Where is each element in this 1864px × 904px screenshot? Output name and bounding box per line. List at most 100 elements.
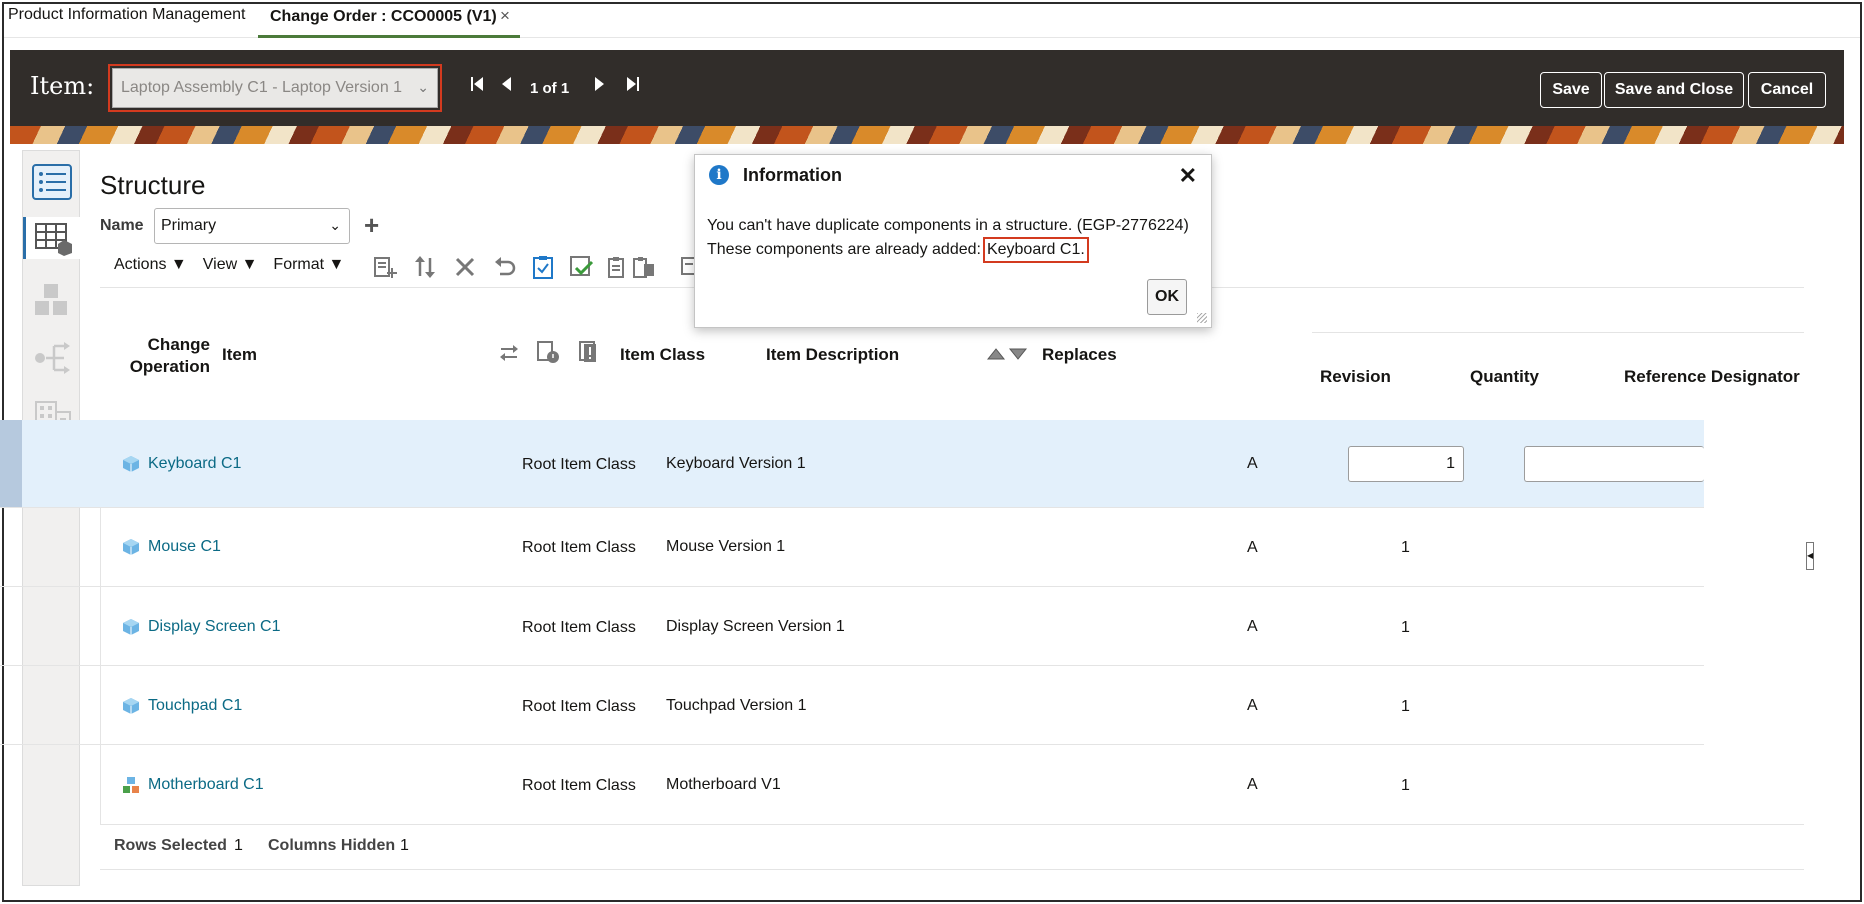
column-change-operation[interactable]: Change Operation — [126, 334, 210, 378]
column-reference-designator[interactable]: Reference Designator — [1624, 367, 1800, 387]
item-link[interactable]: Motherboard C1 — [148, 776, 264, 794]
view-menu[interactable]: View ▼ — [203, 256, 258, 274]
save-and-close-button[interactable]: Save and Close — [1604, 72, 1744, 108]
item-cube-icon — [123, 456, 139, 472]
table-row[interactable]: Keyboard C1 Root Item Class Keyboard Ver… — [0, 420, 1704, 508]
close-tab-icon[interactable]: × — [500, 6, 510, 26]
workflow-icon[interactable] — [31, 337, 73, 379]
dialog-message-line1: You can't have duplicate components in a… — [707, 217, 1189, 234]
description-cell: Keyboard Version 1 — [666, 455, 806, 472]
next-record-icon[interactable] — [594, 75, 606, 93]
copy-icon[interactable] — [604, 254, 630, 280]
column-quantity[interactable]: Quantity — [1470, 367, 1539, 387]
swap-icon[interactable] — [498, 342, 520, 364]
chevron-down-icon: ⌄ — [329, 217, 341, 233]
reference-designator-input[interactable] — [1524, 446, 1704, 482]
description-cell: Touchpad Version 1 — [666, 697, 807, 714]
column-replaces[interactable]: Replaces — [1042, 345, 1117, 365]
description-cell: Mouse Version 1 — [666, 538, 786, 555]
table-left-border — [100, 508, 101, 824]
item-header: Item: Laptop Assembly C1 - Laptop Versio… — [10, 50, 1844, 126]
add-component-icon[interactable] — [372, 254, 398, 280]
item-class-cell: Root Item Class — [522, 539, 636, 556]
header-divider — [1312, 332, 1804, 333]
paste-icon[interactable] — [632, 254, 658, 280]
previous-record-icon[interactable] — [500, 75, 512, 93]
dialog-title: Information — [743, 165, 842, 185]
tab-change-order-label: Change Order : CCO0005 (V1) — [270, 8, 497, 25]
item-class-cell: Root Item Class — [522, 698, 636, 715]
quantity-cell: 1 — [1401, 619, 1410, 636]
row-selection-gutter — [0, 420, 22, 507]
sort-arrows-icon[interactable] — [986, 346, 1028, 362]
name-label: Name — [100, 217, 144, 234]
item-class-cell: Root Item Class — [522, 456, 636, 473]
item-cube-icon — [123, 698, 139, 714]
add-structure-icon[interactable]: + — [364, 210, 379, 241]
quantity-input[interactable]: 1 — [1348, 446, 1464, 482]
duplicate-component-highlight: Keyboard C1. — [982, 237, 1089, 263]
validate-icon[interactable] — [568, 254, 594, 280]
item-link[interactable]: Touchpad C1 — [148, 697, 242, 715]
list-icon[interactable] — [31, 161, 73, 203]
item-cube-icon — [123, 539, 139, 555]
rows-selected-label: Rows Selected — [114, 837, 227, 854]
last-record-icon[interactable] — [626, 75, 640, 93]
revision-cell: A — [1247, 539, 1258, 556]
sort-icon[interactable] — [412, 254, 438, 280]
table-footer: Rows Selected 1 Columns Hidden 1 — [100, 824, 1804, 870]
assembly-icon — [123, 777, 139, 793]
tab-strip: Product Information Management Change Or… — [4, 4, 1860, 38]
chevron-down-icon: ⌄ — [417, 79, 429, 95]
undo-icon[interactable] — [492, 254, 518, 280]
format-menu[interactable]: Format ▼ — [273, 256, 344, 274]
quantity-cell: 1 — [1401, 539, 1410, 556]
item-class-cell: Root Item Class — [522, 619, 636, 636]
table-row[interactable]: Mouse C1 Root Item Class Mouse Version 1… — [0, 508, 1704, 587]
dialog-message-text: These components are already added: — [707, 241, 981, 258]
column-item-description[interactable]: Item Description — [766, 345, 899, 365]
revision-cell: A — [1247, 455, 1258, 472]
revision-cell: A — [1247, 618, 1258, 635]
item-link[interactable]: Keyboard C1 — [148, 455, 241, 473]
column-revision[interactable]: Revision — [1320, 367, 1391, 387]
item-selector-value: Laptop Assembly C1 - Laptop Version 1 — [121, 79, 403, 96]
resize-grip-icon[interactable] — [1197, 313, 1207, 323]
columns-hidden-value[interactable]: 1 — [400, 837, 409, 855]
quantity-cell: 1 — [1401, 777, 1410, 794]
description-cell: Display Screen Version 1 — [666, 618, 845, 635]
structure-name-select[interactable]: Primary ⌄ — [154, 208, 350, 244]
ok-button[interactable]: OK — [1147, 279, 1187, 315]
effectivity-icon[interactable] — [536, 340, 560, 364]
structure-grid-icon[interactable] — [23, 217, 81, 259]
item-link[interactable]: Mouse C1 — [148, 538, 221, 556]
clipboard-check-icon[interactable] — [530, 254, 556, 280]
column-item[interactable]: Item — [222, 345, 257, 365]
revision-cell: A — [1247, 776, 1258, 793]
item-link[interactable]: Display Screen C1 — [148, 618, 281, 636]
tab-change-order[interactable]: Change Order : CCO0005 (V1) × — [258, 4, 520, 38]
table-row[interactable]: Motherboard C1 Root Item Class Motherboa… — [0, 745, 1704, 824]
revision-cell: A — [1247, 697, 1258, 714]
first-record-icon[interactable] — [470, 75, 484, 93]
columns-hidden-label: Columns Hidden — [268, 837, 396, 854]
information-dialog: i Information ✕ You can't have duplicate… — [694, 154, 1212, 328]
item-selector[interactable]: Laptop Assembly C1 - Laptop Version 1 ⌄ — [108, 64, 442, 112]
rows-selected-value: 1 — [234, 837, 243, 854]
collapse-pane-handle[interactable]: ◀ — [1806, 542, 1814, 570]
exception-icon[interactable] — [578, 340, 600, 364]
dialog-message-line2: These components are already added: Keybo… — [707, 237, 1089, 263]
tab-product-information-management[interactable]: Product Information Management — [8, 6, 245, 24]
structure-name-value: Primary — [161, 217, 217, 234]
table-row[interactable]: Display Screen C1 Root Item Class Displa… — [0, 587, 1704, 666]
save-button[interactable]: Save — [1540, 72, 1602, 108]
actions-menu[interactable]: Actions ▼ — [114, 256, 187, 274]
cancel-button[interactable]: Cancel — [1748, 72, 1826, 108]
item-cube-icon — [123, 619, 139, 635]
close-icon[interactable]: ✕ — [1179, 163, 1197, 189]
components-icon[interactable] — [31, 279, 73, 321]
quantity-cell: 1 — [1401, 698, 1410, 715]
delete-icon[interactable] — [452, 254, 478, 280]
table-row[interactable]: Touchpad C1 Root Item Class Touchpad Ver… — [0, 666, 1704, 745]
column-item-class[interactable]: Item Class — [620, 345, 705, 365]
